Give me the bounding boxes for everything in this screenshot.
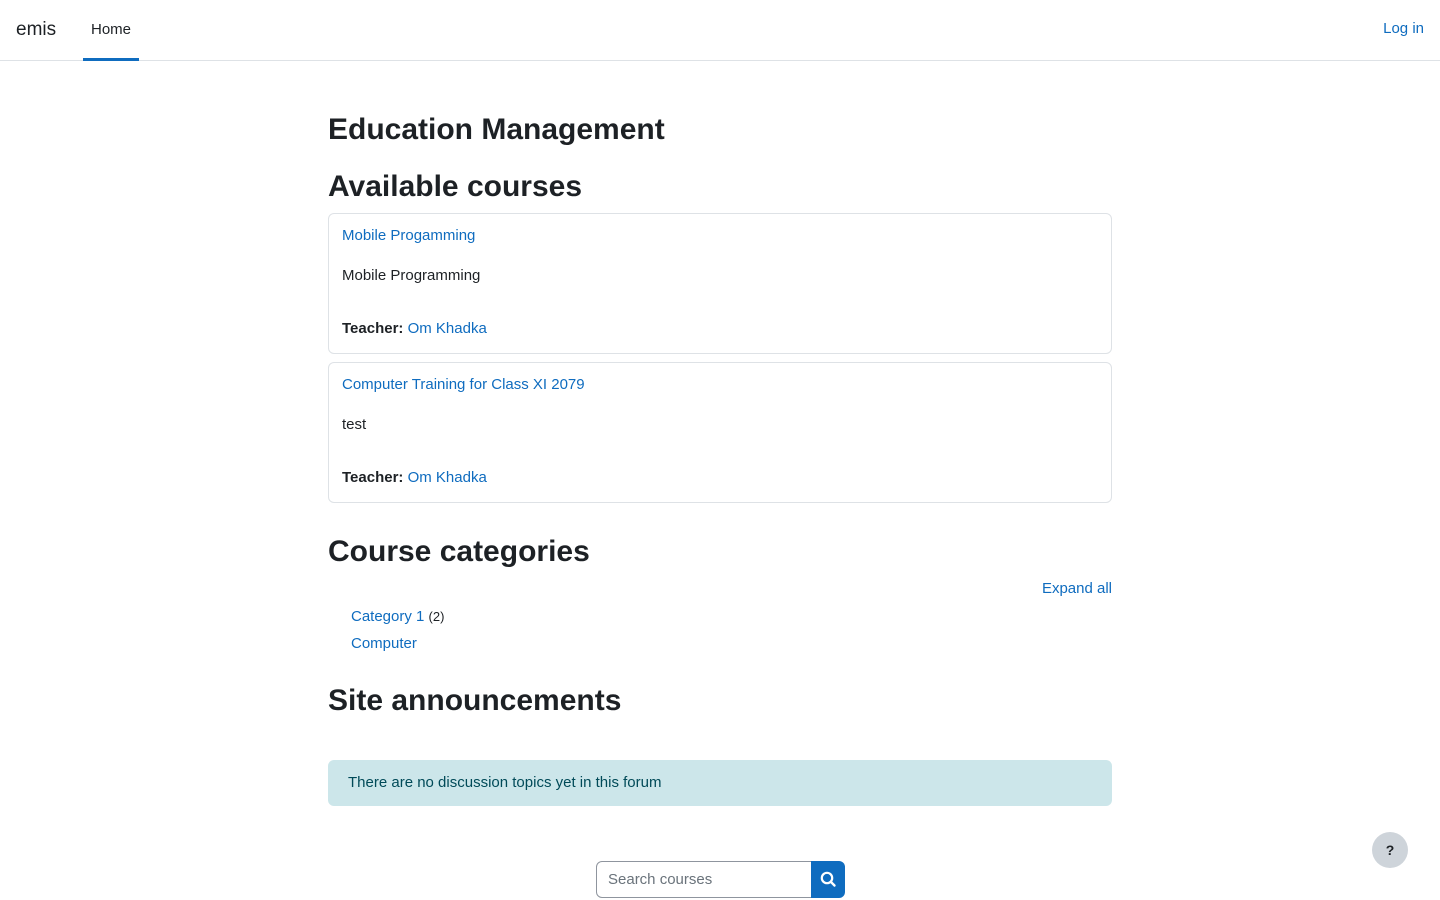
top-navbar: emis Home Log in [0,0,1440,61]
search-icon [820,871,836,887]
category-item: Computer [351,635,417,652]
site-brand[interactable]: emis [16,19,56,41]
course-summary: test [342,416,367,433]
course-categories-heading: Course categories [328,535,590,568]
teacher-label: Teacher: [342,469,404,486]
login-link[interactable]: Log in [1383,20,1424,37]
category-course-count: (2) [428,609,445,624]
course-card: Mobile Progamming Mobile Programming Tea… [328,213,1112,354]
course-title-link[interactable]: Mobile Progamming [342,227,475,244]
course-summary: Mobile Programming [342,267,481,284]
site-announcements-heading: Site announcements [328,684,622,717]
teacher-link[interactable]: Om Khadka [408,320,487,337]
help-button[interactable]: ? [1372,832,1408,868]
available-courses-heading: Available courses [328,170,583,203]
page-title: Education Management [328,113,665,146]
category-link[interactable]: Computer [351,635,417,652]
teacher-link[interactable]: Om Khadka [408,469,487,486]
category-item: Category 1 (2) [351,608,444,625]
course-teacher: Teacher: Om Khadka [342,320,487,337]
search-courses-input[interactable] [596,861,812,898]
course-teacher: Teacher: Om Khadka [342,469,487,486]
search-button[interactable] [811,861,845,898]
course-card: Computer Training for Class XI 2079 test… [328,362,1112,503]
expand-all-link[interactable]: Expand all [1042,580,1112,597]
course-title-link[interactable]: Computer Training for Class XI 2079 [342,376,585,393]
nav-home-tab[interactable]: Home [83,0,139,61]
course-search [596,861,845,898]
teacher-label: Teacher: [342,320,404,337]
category-link[interactable]: Category 1 [351,608,424,625]
no-topics-alert: There are no discussion topics yet in th… [328,760,1112,806]
